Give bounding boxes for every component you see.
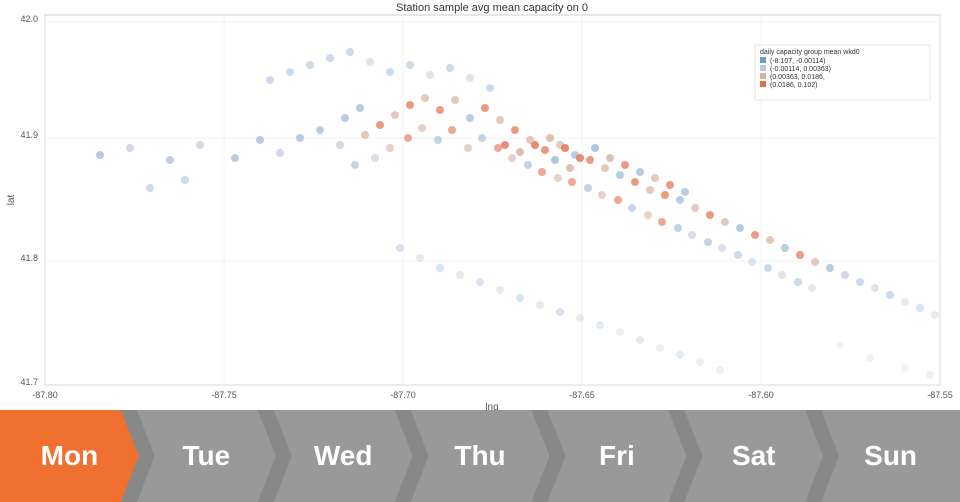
day-sun[interactable]: Sun — [821, 410, 960, 502]
svg-text:(0.0186, 0.102): (0.0186, 0.102) — [770, 82, 817, 89]
svg-text:41.7: 41.7 — [20, 377, 38, 387]
day-thu[interactable]: Thu — [411, 410, 550, 502]
svg-text:42.0: 42.0 — [20, 14, 38, 24]
svg-text:41.8: 41.8 — [20, 253, 38, 263]
svg-text:(0.00363, 0.0186,: (0.00363, 0.0186, — [770, 74, 825, 81]
day-wed[interactable]: Wed — [274, 410, 413, 502]
svg-text:lat: lat — [6, 194, 17, 205]
svg-text:-87.80: -87.80 — [32, 390, 58, 400]
svg-text:-87.70: -87.70 — [390, 390, 416, 400]
chart-area: Station sample avg mean capacity on 0 41… — [0, 0, 960, 410]
svg-text:-87.60: -87.60 — [748, 390, 774, 400]
svg-text:-87.55: -87.55 — [927, 390, 953, 400]
svg-text:daily capacity group mean wkd0: daily capacity group mean wkd0 — [760, 49, 860, 56]
svg-text:41.9: 41.9 — [20, 130, 38, 140]
svg-text:-87.65: -87.65 — [569, 390, 595, 400]
svg-text:lng: lng — [485, 402, 498, 410]
day-navigation: Mon Tue Wed Thu Fri Sat Sun — [0, 410, 960, 502]
day-tue[interactable]: Tue — [137, 410, 276, 502]
chart-title: Station sample avg mean capacity on 0 — [396, 2, 588, 14]
svg-text:-87.75: -87.75 — [211, 390, 237, 400]
svg-text:(-8.107, -0.00114): (-8.107, -0.00114) — [770, 58, 826, 65]
day-sat[interactable]: Sat — [684, 410, 823, 502]
day-mon[interactable]: Mon — [0, 410, 139, 502]
day-fri[interactable]: Fri — [547, 410, 686, 502]
scatter-plot: Station sample avg mean capacity on 0 41… — [0, 0, 960, 410]
svg-text:(-0.00114, 0.00363): (-0.00114, 0.00363) — [770, 66, 831, 73]
